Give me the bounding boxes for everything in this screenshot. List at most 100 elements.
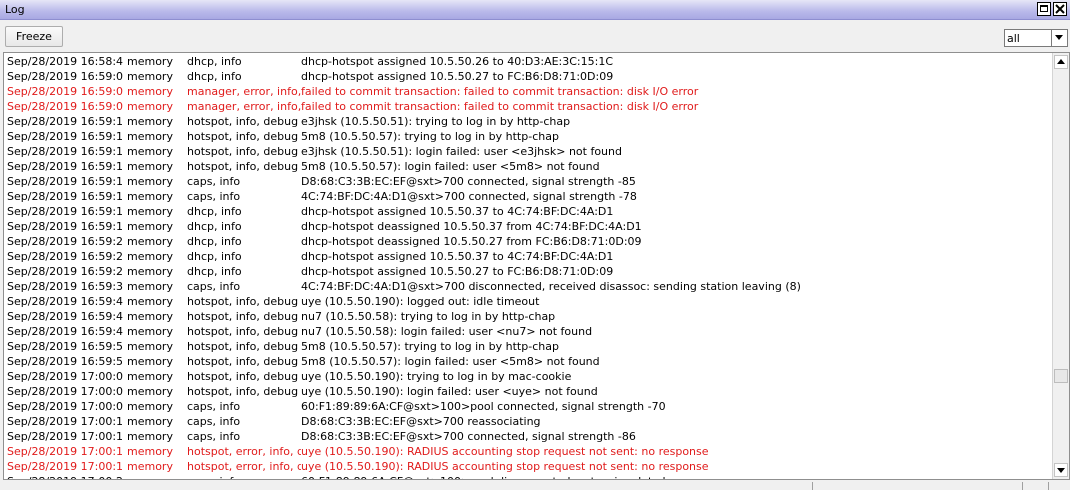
log-row[interactable]: Sep/28/2019 17:00:08 memory caps, info 60:F… bbox=[4, 399, 1052, 414]
freeze-button[interactable]: Freeze bbox=[5, 26, 63, 47]
log-topics: dhcp, info bbox=[187, 250, 242, 263]
log-topics: dhcp, info bbox=[187, 55, 242, 68]
log-row[interactable]: Sep/28/2019 16:59:24 memory dhcp, info dhcp… bbox=[4, 264, 1052, 279]
log-row[interactable]: Sep/28/2019 16:59:45 memory hotspot, info,… bbox=[4, 294, 1052, 309]
log-time: Sep/28/2019 16:59:23 bbox=[7, 250, 123, 263]
log-buffer: memory bbox=[127, 400, 173, 413]
chevron-down-icon[interactable] bbox=[1051, 30, 1067, 46]
log-message: dhcp-hotspot deassigned 10.5.50.27 from … bbox=[301, 235, 642, 248]
log-row[interactable]: Sep/28/2019 16:59:13 memory hotspot, info,… bbox=[4, 129, 1052, 144]
log-row[interactable]: Sep/28/2019 16:59:19 memory dhcp, info dhcp… bbox=[4, 204, 1052, 219]
log-topics: hotspot, info, debug bbox=[187, 325, 299, 338]
log-buffer: memory bbox=[127, 445, 173, 458]
log-row[interactable]: Sep/28/2019 16:59:15 memory hotspot, info,… bbox=[4, 159, 1052, 174]
log-row[interactable]: Sep/28/2019 16:59:15 memory caps, info D8:6… bbox=[4, 174, 1052, 189]
log-row[interactable]: Sep/28/2019 17:00:14 memory caps, info D8:6… bbox=[4, 429, 1052, 444]
log-row[interactable]: Sep/28/2019 16:59:04 memory dhcp, info dhcp… bbox=[4, 69, 1052, 84]
log-time: Sep/28/2019 16:59:56 bbox=[7, 340, 123, 353]
log-message: e3jhsk (10.5.50.51): login failed: user … bbox=[301, 145, 622, 158]
log-buffer: memory bbox=[127, 280, 173, 293]
log-row[interactable]: Sep/28/2019 16:59:13 memory hotspot, info,… bbox=[4, 144, 1052, 159]
log-buffer: memory bbox=[127, 430, 173, 443]
log-row[interactable]: Sep/28/2019 16:59:58 memory hotspot, info,… bbox=[4, 354, 1052, 369]
log-topics: caps, info bbox=[187, 280, 241, 293]
maximize-icon[interactable] bbox=[1037, 2, 1051, 16]
window-titlebar[interactable]: Log bbox=[0, 0, 1070, 20]
log-time: Sep/28/2019 17:00:14 bbox=[7, 445, 123, 458]
log-buffer: memory bbox=[127, 250, 173, 263]
log-row[interactable]: Sep/28/2019 16:59:11 memory hotspot, info,… bbox=[4, 114, 1052, 129]
log-message: dhcp-hotspot assigned 10.5.50.27 to FC:B… bbox=[301, 265, 614, 278]
scroll-down-icon[interactable] bbox=[1054, 463, 1068, 477]
log-row[interactable]: Sep/28/2019 17:00:15 memory hotspot, error… bbox=[4, 459, 1052, 474]
log-message: uye (10.5.50.190): RADIUS accounting sto… bbox=[301, 460, 709, 473]
log-buffer: memory bbox=[127, 160, 173, 173]
log-list: Sep/28/2019 16:58:48 memory dhcp, info dhcp… bbox=[3, 52, 1070, 480]
log-row[interactable]: Sep/28/2019 16:59:07 memory manager, error… bbox=[4, 84, 1052, 99]
log-row[interactable]: Sep/28/2019 16:59:48 memory hotspot, info,… bbox=[4, 324, 1052, 339]
scroll-up-icon[interactable] bbox=[1054, 55, 1068, 69]
log-message: D8:68:C3:3B:EC:EF@sxt>700 connected, sig… bbox=[301, 175, 636, 188]
log-message: e3jhsk (10.5.50.51): trying to log in by… bbox=[301, 115, 571, 128]
log-topics: hotspot, info, debug bbox=[187, 370, 299, 383]
log-row[interactable]: Sep/28/2019 16:59:07 memory manager, error… bbox=[4, 99, 1052, 114]
log-time: Sep/28/2019 16:59:07 bbox=[7, 85, 123, 98]
log-buffer: memory bbox=[127, 190, 173, 203]
log-row[interactable]: Sep/28/2019 16:59:56 memory hotspot, info,… bbox=[4, 339, 1052, 354]
log-topics: hotspot, info, debug bbox=[187, 355, 299, 368]
log-topics: dhcp, info bbox=[187, 220, 242, 233]
log-row[interactable]: Sep/28/2019 16:59:37 memory caps, info 4C:7… bbox=[4, 279, 1052, 294]
log-topics: caps, info bbox=[187, 175, 241, 188]
log-buffer: memory bbox=[127, 325, 173, 338]
log-topics: caps, info bbox=[187, 400, 241, 413]
status-bar bbox=[0, 480, 1070, 490]
log-message: dhcp-hotspot assigned 10.5.50.26 to 40:D… bbox=[301, 55, 614, 68]
log-time: Sep/28/2019 16:59:48 bbox=[7, 325, 123, 338]
log-message: uye (10.5.50.190): trying to log in by m… bbox=[301, 370, 572, 383]
log-buffer: memory bbox=[127, 340, 173, 353]
log-message: dhcp-hotspot assigned 10.5.50.27 to FC:B… bbox=[301, 70, 614, 83]
log-topics: caps, info bbox=[187, 415, 241, 428]
log-buffer: memory bbox=[127, 100, 173, 113]
log-time: Sep/28/2019 16:59:13 bbox=[7, 130, 123, 143]
log-time: Sep/28/2019 16:59:23 bbox=[7, 235, 123, 248]
log-message: nu7 (10.5.50.58): login failed: user <nu… bbox=[301, 325, 593, 338]
log-message: D8:68:C3:3B:EC:EF@sxt>700 reassociating bbox=[301, 415, 541, 428]
filter-select[interactable]: all bbox=[1004, 29, 1068, 47]
log-time: Sep/28/2019 16:59:37 bbox=[7, 280, 123, 293]
log-buffer: memory bbox=[127, 55, 173, 68]
log-buffer: memory bbox=[127, 355, 173, 368]
log-buffer: memory bbox=[127, 265, 173, 278]
log-row[interactable]: Sep/28/2019 17:00:00 memory hotspot, info,… bbox=[4, 384, 1052, 399]
log-time: Sep/28/2019 16:59:07 bbox=[7, 100, 123, 113]
scrollbar-thumb[interactable] bbox=[1054, 369, 1068, 383]
log-message: 5m8 (10.5.50.57): login failed: user <5m… bbox=[301, 160, 600, 173]
close-icon[interactable] bbox=[1053, 2, 1067, 16]
log-topics: manager, error, info, d... bbox=[187, 85, 301, 98]
log-topics: dhcp, info bbox=[187, 205, 242, 218]
log-buffer: memory bbox=[127, 415, 173, 428]
log-time: Sep/28/2019 16:59:15 bbox=[7, 160, 123, 173]
log-topics: hotspot, info, debug bbox=[187, 295, 299, 308]
log-message: D8:68:C3:3B:EC:EF@sxt>700 connected, sig… bbox=[301, 430, 636, 443]
log-time: Sep/28/2019 16:59:24 bbox=[7, 265, 123, 278]
log-buffer: memory bbox=[127, 310, 173, 323]
log-row[interactable]: Sep/28/2019 16:59:19 memory caps, info 4C:7… bbox=[4, 189, 1052, 204]
log-row[interactable]: Sep/28/2019 16:59:19 memory dhcp, info dhcp… bbox=[4, 219, 1052, 234]
log-row[interactable]: Sep/28/2019 17:00:14 memory caps, info D8:6… bbox=[4, 414, 1052, 429]
log-topics: hotspot, error, info, de... bbox=[187, 445, 301, 458]
log-topics: manager, error, info, d... bbox=[187, 100, 301, 113]
log-row[interactable]: Sep/28/2019 16:59:46 memory hotspot, info,… bbox=[4, 309, 1052, 324]
log-buffer: memory bbox=[127, 70, 173, 83]
log-row[interactable]: Sep/28/2019 17:00:00 memory hotspot, info,… bbox=[4, 369, 1052, 384]
log-row[interactable]: Sep/28/2019 16:58:48 memory dhcp, info dhcp… bbox=[4, 54, 1052, 69]
log-message: 5m8 (10.5.50.57): trying to log in by ht… bbox=[301, 130, 559, 143]
log-row[interactable]: Sep/28/2019 16:59:23 memory dhcp, info dhcp… bbox=[4, 249, 1052, 264]
log-time: Sep/28/2019 17:00:14 bbox=[7, 430, 123, 443]
log-row[interactable]: Sep/28/2019 17:00:14 memory hotspot, error… bbox=[4, 444, 1052, 459]
vertical-scrollbar[interactable] bbox=[1052, 53, 1069, 479]
log-row[interactable]: Sep/28/2019 16:59:23 memory dhcp, info dhcp… bbox=[4, 234, 1052, 249]
log-time: Sep/28/2019 16:59:04 bbox=[7, 70, 123, 83]
log-time: Sep/28/2019 16:59:19 bbox=[7, 220, 123, 233]
log-message: 5m8 (10.5.50.57): login failed: user <5m… bbox=[301, 355, 600, 368]
